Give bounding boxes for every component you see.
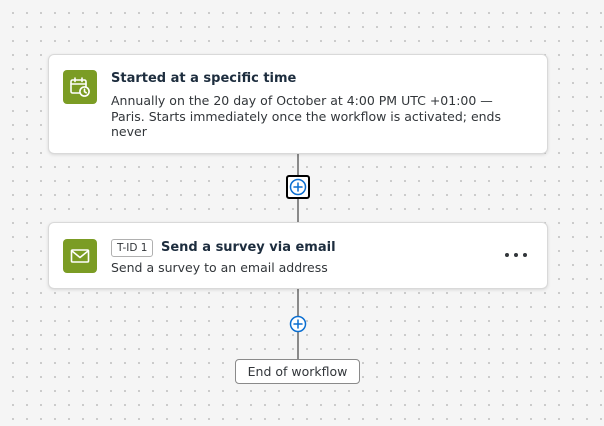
end-of-workflow-node: End of workflow bbox=[235, 359, 360, 384]
action-title: Send a survey via email bbox=[161, 240, 336, 255]
plus-circle-icon bbox=[289, 315, 307, 333]
trigger-title: Started at a specific time bbox=[111, 71, 297, 86]
task-id-badge: T-ID 1 bbox=[111, 239, 154, 257]
workflow-canvas[interactable]: Started at a specific time Annually on t… bbox=[0, 0, 604, 426]
trigger-description: Annually on the 20 day of October at 4:0… bbox=[111, 93, 502, 139]
envelope-icon bbox=[63, 239, 97, 273]
add-step-button[interactable] bbox=[286, 312, 310, 336]
plus-circle-icon bbox=[289, 178, 307, 196]
trigger-card[interactable]: Started at a specific time Annually on t… bbox=[48, 54, 548, 154]
calendar-clock-icon bbox=[63, 70, 97, 104]
add-step-button[interactable] bbox=[286, 175, 310, 199]
more-horizontal-icon[interactable] bbox=[505, 247, 527, 263]
action-card[interactable]: T-ID 1 Send a survey via email Send a su… bbox=[48, 222, 548, 289]
action-description: Send a survey to an email address bbox=[111, 260, 328, 275]
